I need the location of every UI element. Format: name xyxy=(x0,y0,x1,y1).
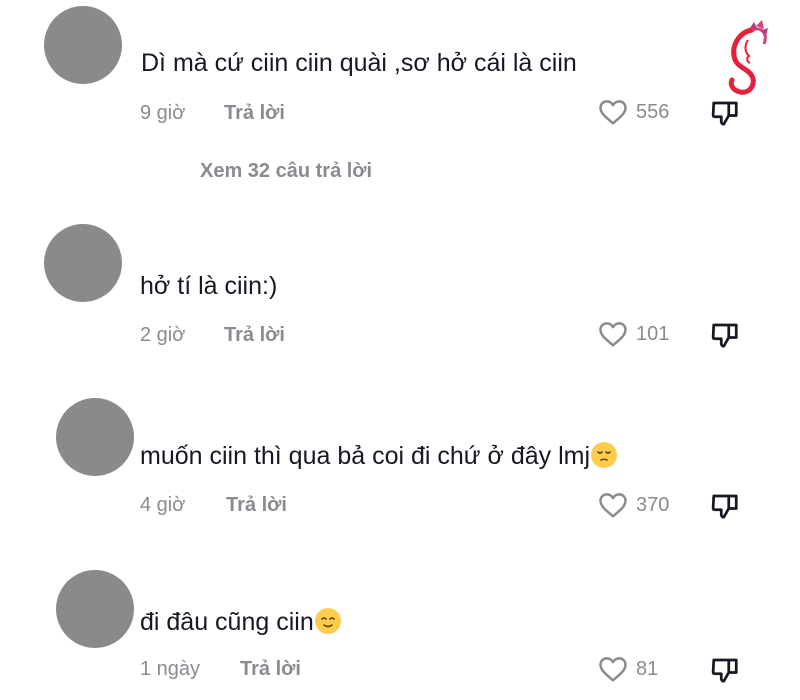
avatar[interactable] xyxy=(56,398,134,476)
relieved-face-emoji xyxy=(314,608,341,634)
thumbs-down-icon[interactable] xyxy=(710,655,740,685)
brand-logo-icon xyxy=(728,20,768,95)
like-count: 81 xyxy=(636,657,659,680)
comment-text-body: đi đâu cũng ciin xyxy=(140,608,314,636)
comment-text: muốn ciin thì qua bả coi đi chứ ở đây lm… xyxy=(140,442,618,471)
comment-time: 1 ngày xyxy=(140,658,201,680)
like-count: 556 xyxy=(636,100,670,123)
comment-time: 9 giờ xyxy=(140,102,186,124)
reply-button[interactable]: Trả lời xyxy=(226,494,287,517)
like-button[interactable]: 101 xyxy=(598,319,669,349)
like-count: 370 xyxy=(636,493,670,516)
reply-button[interactable]: Trả lời xyxy=(240,658,301,681)
like-button[interactable]: 370 xyxy=(598,490,669,520)
heart-outline-icon xyxy=(599,322,627,347)
comment-time: 2 giờ xyxy=(140,324,186,346)
reply-button[interactable]: Trả lời xyxy=(224,324,285,347)
thumbs-down-icon[interactable] xyxy=(710,491,740,521)
pensive-face-emoji xyxy=(591,442,618,468)
thumbs-down-icon[interactable] xyxy=(710,98,740,128)
like-button[interactable]: 556 xyxy=(598,97,669,127)
comment-text-body: muốn ciin thì qua bả coi đi chứ ở đây lm… xyxy=(140,442,591,470)
like-count: 101 xyxy=(636,322,670,345)
comment-text: Dì mà cứ ciin ciin quài ,sơ hở cái là ci… xyxy=(141,49,577,77)
thumbs-down-icon[interactable] xyxy=(710,320,740,350)
avatar[interactable] xyxy=(44,224,122,302)
heart-outline-icon xyxy=(599,657,627,682)
avatar[interactable] xyxy=(44,6,122,84)
comment-time: 4 giờ xyxy=(140,494,186,516)
reply-button[interactable]: Trả lời xyxy=(224,102,285,125)
comment-text: đi đâu cũng ciin xyxy=(140,608,341,637)
avatar[interactable] xyxy=(56,570,134,648)
comment-text: hở tí là ciin:) xyxy=(140,272,278,300)
heart-outline-icon xyxy=(599,493,627,518)
view-replies-link[interactable]: Xem 32 câu trả lời xyxy=(200,160,372,183)
heart-outline-icon xyxy=(599,100,627,125)
like-button[interactable]: 81 xyxy=(598,654,658,684)
